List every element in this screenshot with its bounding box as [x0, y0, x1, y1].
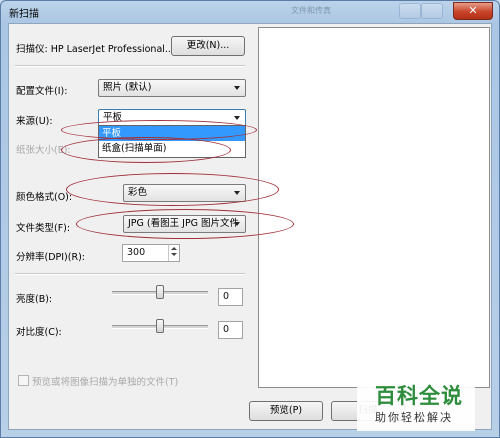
background-minimize-icon — [399, 3, 421, 19]
dialog-client-area: 扫描仪: HP LaserJet Professional... 更改(N)..… — [8, 23, 492, 430]
separator — [15, 65, 245, 67]
watermark-logo: 百科全说 助你轻松解决 — [357, 376, 475, 431]
separator — [15, 273, 245, 275]
scan-dialog-window: 新扫描 文件和传真 ✕ 扫描仪: HP LaserJet Professiona… — [0, 0, 500, 438]
separate-files-label: 预览或将图像扫描为单独的文件(T) — [32, 377, 179, 388]
resolution-stepper[interactable]: 300 — [122, 244, 180, 262]
close-button[interactable]: ✕ — [453, 2, 493, 20]
background-window-title: 文件和传真 — [291, 6, 331, 15]
chevron-down-icon — [234, 116, 240, 120]
profile-dropdown[interactable]: 照片 (默认) — [98, 79, 246, 97]
contrast-label: 对比度(C): — [16, 327, 62, 338]
profile-value: 照片 (默认) — [103, 82, 152, 93]
spin-up-icon[interactable] — [171, 247, 177, 250]
scan-preview-area — [258, 27, 490, 388]
spin-down-icon[interactable] — [171, 253, 177, 256]
brightness-slider-thumb[interactable] — [156, 285, 164, 299]
source-label: 来源(U): — [16, 116, 53, 127]
chevron-down-icon — [234, 86, 240, 90]
watermark-slogan: 助你轻松解决 — [375, 411, 453, 424]
window-title: 新扫描 — [9, 8, 39, 20]
contrast-slider-thumb[interactable] — [156, 319, 164, 333]
scanner-label: 扫描仪: HP LaserJet Professional... — [16, 44, 174, 55]
background-maximize-icon — [421, 3, 443, 19]
preview-button[interactable]: 预览(P) — [249, 401, 323, 421]
contrast-input[interactable]: 0 — [218, 321, 243, 339]
annotation-ellipse-color-format — [66, 173, 279, 206]
annotation-ellipse-feeder-option — [61, 137, 231, 163]
brightness-input[interactable]: 0 — [218, 288, 243, 306]
brightness-label: 亮度(B): — [16, 294, 53, 305]
change-scanner-button[interactable]: 更改(N)... — [171, 36, 245, 56]
resolution-label: 分辨率(DPI)(R): — [16, 252, 85, 263]
resolution-spin-buttons[interactable] — [168, 245, 179, 261]
file-type-label: 文件类型(F): — [16, 223, 71, 234]
resolution-value: 300 — [127, 247, 146, 258]
separate-files-checkbox[interactable] — [18, 375, 29, 386]
watermark-brand: 百科全说 — [375, 384, 463, 408]
color-format-label: 颜色格式(O): — [16, 192, 73, 203]
profile-label: 配置文件(I): — [16, 86, 68, 97]
annotation-ellipse-file-type — [76, 209, 294, 239]
